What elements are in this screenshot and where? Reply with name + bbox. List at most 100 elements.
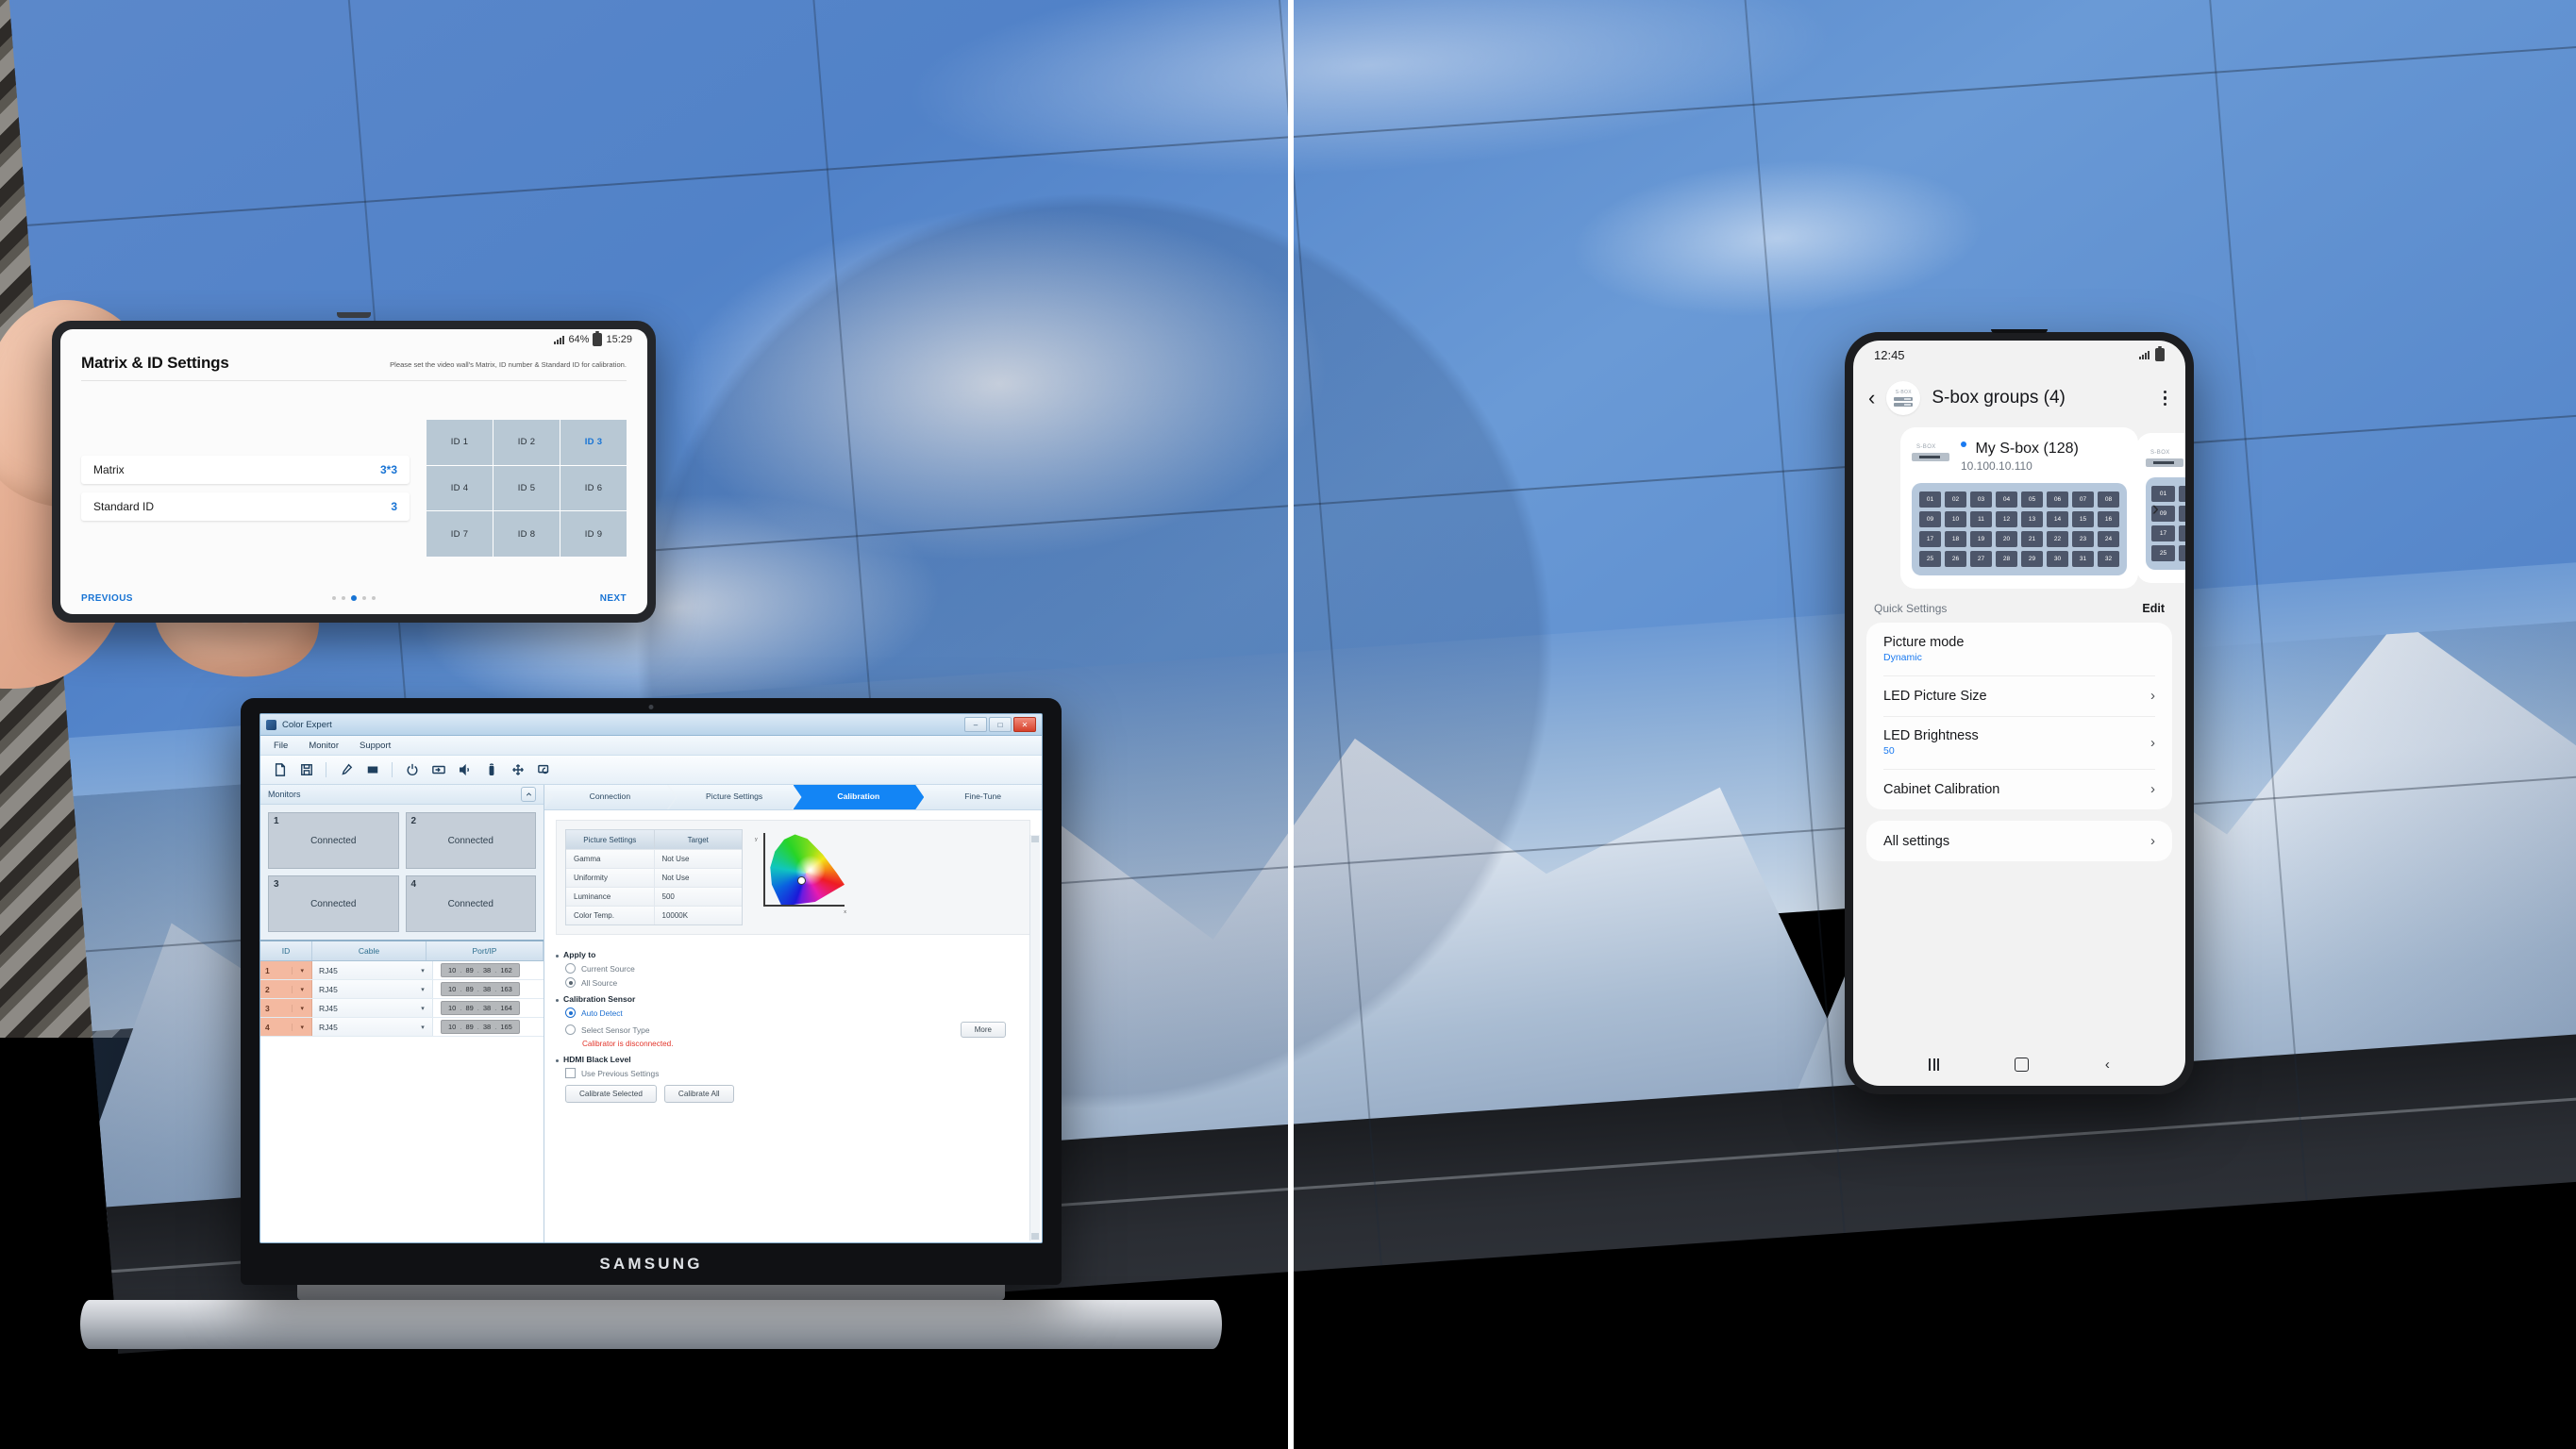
cell-cable[interactable]: RJ45 ▾ <box>312 999 433 1017</box>
chevron-right-icon[interactable]: › <box>2152 496 2159 521</box>
move-icon[interactable] <box>510 763 525 777</box>
cabinet-cell[interactable]: 06 <box>2047 491 2068 508</box>
chevron-left-icon[interactable]: ‹ <box>1868 388 1875 408</box>
volume-icon[interactable] <box>458 763 472 777</box>
option-select-sensor-type[interactable]: Select Sensor Type More <box>556 1022 1030 1038</box>
tab-picture-settings[interactable]: Picture Settings <box>669 785 800 809</box>
cabinet-cell[interactable]: 08 <box>2098 491 2119 508</box>
cabinet-cell[interactable]: 11 <box>1970 511 1992 527</box>
chevron-down-icon[interactable]: ▾ <box>292 985 311 993</box>
monitor-card[interactable]: 3 Connected <box>268 875 399 932</box>
cell-id[interactable]: 2 ▾ <box>260 980 312 998</box>
menu-item-support[interactable]: Support <box>360 741 391 751</box>
cabinet-cell[interactable]: 32 <box>2098 551 2119 567</box>
cabinet-cell[interactable]: 18 <box>1945 531 1966 547</box>
chevron-down-icon[interactable]: ▾ <box>413 1024 432 1031</box>
more-button[interactable]: More <box>960 1022 1006 1038</box>
previous-button[interactable]: PREVIOUS <box>81 593 133 604</box>
kebab-menu-icon[interactable] <box>2160 390 2171 407</box>
cabinet-cell[interactable]: 24 <box>2098 531 2119 547</box>
cabinet-cell[interactable]: 31 <box>2072 551 2094 567</box>
checkbox-icon[interactable] <box>565 1068 576 1078</box>
cell-ip[interactable]: 10. 89. 38. 162 <box>433 961 544 979</box>
id-cell[interactable]: ID 8 <box>493 511 560 557</box>
radio-icon-selected[interactable] <box>565 1008 576 1018</box>
table-row[interactable]: 3 ▾ RJ45 ▾ 10. 89. 38 . 164 <box>260 999 544 1018</box>
cabinet-cell[interactable]: 26 <box>2179 545 2185 561</box>
page-dot[interactable] <box>362 596 366 600</box>
cabinet-cell[interactable]: 04 <box>1996 491 2017 508</box>
id-cell[interactable]: ID 7 <box>427 511 493 557</box>
cabinet-cell[interactable]: 23 <box>2072 531 2094 547</box>
calibrate-all-button[interactable]: Calibrate All <box>663 1085 734 1103</box>
cabinet-cell[interactable]: 15 <box>2072 511 2094 527</box>
chevron-down-icon[interactable]: ▾ <box>292 1004 311 1012</box>
tab-calibration[interactable]: Calibration <box>794 785 925 809</box>
calibrate-selected-button[interactable]: Calibrate Selected <box>565 1085 657 1103</box>
save-icon[interactable] <box>299 763 313 777</box>
cell-cable[interactable]: RJ45 ▾ <box>312 980 433 998</box>
cabinet-cell[interactable]: 19 <box>1970 531 1992 547</box>
cabinet-cell[interactable]: 02 <box>2179 486 2185 502</box>
monitor-card[interactable]: 4 Connected <box>405 875 536 932</box>
recents-icon[interactable] <box>1929 1058 1940 1071</box>
cell-id[interactable]: 4 ▾ <box>260 1018 312 1036</box>
sbox-card-next-preview[interactable]: S-BOX 01 02 09 10 17 18 25 26 <box>2136 433 2185 583</box>
setting-row-picture-mode[interactable]: Picture mode Dynamic <box>1866 623 2172 675</box>
setting-row-led-picture-size[interactable]: LED Picture Size › <box>1866 675 2172 716</box>
cabinet-cell[interactable]: 01 <box>1919 491 1941 508</box>
radio-icon[interactable] <box>565 1024 576 1035</box>
scroll-up-arrow[interactable] <box>1031 836 1039 842</box>
id-cell-selected[interactable]: ID 3 <box>560 420 627 465</box>
chevron-down-icon[interactable]: ▾ <box>292 966 311 974</box>
cabinet-cell[interactable]: 02 <box>1945 491 1966 508</box>
cabinet-cell[interactable]: 28 <box>1996 551 2017 567</box>
back-icon[interactable]: ‹ <box>2105 1057 2110 1073</box>
menu-item-file[interactable]: File <box>274 741 288 751</box>
cabinet-cell[interactable]: 26 <box>1945 551 1966 567</box>
cabinet-cell[interactable]: 16 <box>2098 511 2119 527</box>
setting-row-cabinet-calibration[interactable]: Cabinet Calibration › <box>1866 769 2172 809</box>
cabinet-cell[interactable]: 07 <box>2072 491 2094 508</box>
cabinet-cell[interactable]: 25 <box>1919 551 1941 567</box>
page-dot[interactable] <box>332 596 336 600</box>
setting-row-all-settings[interactable]: All settings › <box>1866 821 2172 861</box>
monitor-card[interactable]: 2 Connected <box>405 812 536 869</box>
cabinet-cell[interactable]: 14 <box>2047 511 2068 527</box>
close-button[interactable]: ✕ <box>1013 717 1036 732</box>
radio-icon[interactable] <box>565 963 576 974</box>
cabinet-cell[interactable]: 25 <box>2151 545 2175 561</box>
id-cell[interactable]: ID 9 <box>560 511 627 557</box>
collapse-icon[interactable] <box>521 787 536 802</box>
page-dot[interactable] <box>372 596 376 600</box>
cabinet-cell[interactable]: 29 <box>2021 551 2043 567</box>
cabinet-cell[interactable]: 18 <box>2179 525 2185 541</box>
option-auto-detect[interactable]: Auto Detect <box>556 1008 1030 1018</box>
standard-id-field[interactable]: Standard ID 3 <box>81 492 410 521</box>
setting-row-led-brightness[interactable]: LED Brightness 50 › <box>1866 716 2172 769</box>
ip-field[interactable]: 10. 89. 38. 162 <box>441 963 520 977</box>
id-cell[interactable]: ID 5 <box>493 465 560 511</box>
id-cell[interactable]: ID 4 <box>427 465 493 511</box>
gradient-icon[interactable] <box>365 763 379 777</box>
table-row[interactable]: 2 ▾ RJ45 ▾ 10. 89. 38 . 163 <box>260 980 544 999</box>
sbox-card[interactable]: S-BOX My S-box (128) 10.100.10.110 01 02… <box>1900 427 2138 589</box>
input-source-icon[interactable] <box>431 763 445 777</box>
home-icon[interactable] <box>2015 1057 2030 1072</box>
tab-fine-tune[interactable]: Fine-Tune <box>917 785 1043 809</box>
chevron-down-icon[interactable]: ▾ <box>413 986 432 993</box>
cabinet-cell[interactable]: 10 <box>2179 506 2185 522</box>
tab-connection[interactable]: Connection <box>544 785 676 809</box>
cell-cable[interactable]: RJ45 ▾ <box>312 961 433 979</box>
screen-refresh-icon[interactable] <box>537 763 551 777</box>
cell-id[interactable]: 1 ▾ <box>260 961 312 979</box>
cabinet-cell[interactable]: 22 <box>2047 531 2068 547</box>
cell-ip[interactable]: 10. 89. 38. 163 <box>433 980 544 998</box>
scroll-down-arrow[interactable] <box>1031 1233 1039 1240</box>
chevron-down-icon[interactable]: ▾ <box>413 967 432 974</box>
table-row[interactable]: 1 ▾ RJ45 ▾ 10. 89. 38 . 162 <box>260 961 544 980</box>
remote-lock-icon[interactable] <box>484 763 498 777</box>
ip-field[interactable]: 10. 89. 38. 164 <box>441 1001 520 1015</box>
cabinet-cell[interactable]: 03 <box>1970 491 1992 508</box>
cabinet-cell[interactable]: 12 <box>1996 511 2017 527</box>
